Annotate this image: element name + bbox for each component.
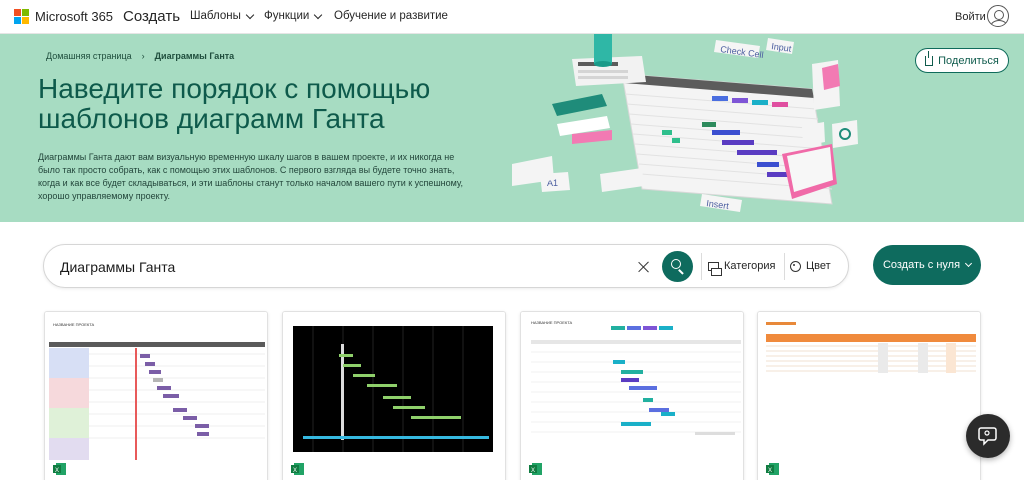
category-label: Категория: [724, 260, 776, 272]
color-label: Цвет: [806, 260, 831, 272]
breadcrumb-current: Диаграммы Ганта: [154, 51, 235, 61]
search-bar: Категория Цвет: [43, 244, 849, 288]
template-thumbnail: НАЗВАНИЕ ПРОЕКТА: [45, 312, 267, 460]
category-icon: [708, 261, 722, 276]
breadcrumb-separator-icon: ›: [141, 51, 145, 61]
svg-text:X: X: [768, 468, 772, 474]
chat-assistant-button[interactable]: [966, 414, 1010, 458]
account-avatar-icon[interactable]: [987, 5, 1009, 27]
template-card[interactable]: X: [282, 311, 506, 480]
brand-name[interactable]: Microsoft 365: [35, 9, 113, 24]
svg-text:X: X: [293, 468, 297, 474]
color-filter[interactable]: Цвет: [790, 260, 831, 272]
share-button[interactable]: Поделиться: [915, 48, 1009, 73]
hero-illustration: Check Cell Input A1 Insert: [512, 34, 912, 222]
nav-item-label: Обучение и развитие: [334, 10, 448, 22]
excel-icon: X: [766, 463, 779, 475]
breadcrumb-home[interactable]: Домашняя страница: [46, 51, 132, 61]
nav-create[interactable]: Создать: [123, 8, 180, 25]
nav-item-label: Функции: [264, 10, 310, 22]
template-card[interactable]: НАЗВАНИЕ ПРОЕКТА X: [44, 311, 268, 480]
svg-text:X: X: [531, 468, 535, 474]
create-label: Создать с нуля: [882, 259, 961, 271]
category-filter[interactable]: Категория: [708, 260, 776, 276]
template-card[interactable]: НАЗВАНИЕ ПРОЕКТА X: [520, 311, 744, 480]
chevron-down-icon: [965, 259, 973, 268]
clear-search-icon[interactable]: [636, 259, 652, 275]
chevron-down-icon: [314, 10, 323, 19]
nav-item-templates[interactable]: Шаблоны: [190, 10, 255, 22]
create-from-scratch-button[interactable]: Создать с нуля: [873, 245, 981, 285]
nav-item-learning[interactable]: Обучение и развитие: [334, 10, 448, 22]
search-icon: [671, 259, 681, 269]
nav-item-features[interactable]: Функции: [264, 10, 323, 22]
hero-banner: Домашняя страница › Диаграммы Ганта Наве…: [0, 34, 1024, 222]
svg-text:НАЗВАНИЕ ПРОЕКТА: НАЗВАНИЕ ПРОЕКТА: [531, 320, 573, 325]
chat-icon: [978, 427, 997, 446]
template-thumbnail: НАЗВАНИЕ ПРОЕКТА: [521, 312, 743, 460]
template-thumbnail: [758, 312, 980, 460]
search-button[interactable]: [662, 251, 693, 282]
share-icon: [925, 50, 934, 66]
nav-item-label: Шаблоны: [190, 10, 241, 22]
chevron-down-icon: [245, 10, 255, 19]
template-thumbnail: [283, 312, 505, 460]
search-input[interactable]: [60, 257, 620, 277]
page-title: Наведите порядок с помощью шаблонов диаг…: [38, 73, 431, 134]
svg-text:НАЗВАНИЕ ПРОЕКТА: НАЗВАНИЕ ПРОЕКТА: [53, 322, 95, 327]
hero-description: Диаграммы Ганта дают вам визуальную врем…: [38, 152, 464, 201]
signin-link[interactable]: Войти: [955, 11, 986, 23]
share-label: Поделиться: [938, 54, 999, 67]
excel-icon: X: [53, 463, 66, 475]
top-nav: Microsoft 365 Создать Шаблоны Функции Об…: [0, 0, 1024, 34]
microsoft-logo-icon[interactable]: [14, 9, 30, 25]
excel-icon: X: [529, 463, 542, 475]
breadcrumb: Домашняя страница › Диаграммы Ганта: [46, 51, 234, 61]
excel-icon: X: [291, 463, 304, 475]
svg-text:X: X: [55, 468, 59, 474]
palette-icon: [790, 260, 801, 272]
template-card[interactable]: X: [757, 311, 981, 480]
